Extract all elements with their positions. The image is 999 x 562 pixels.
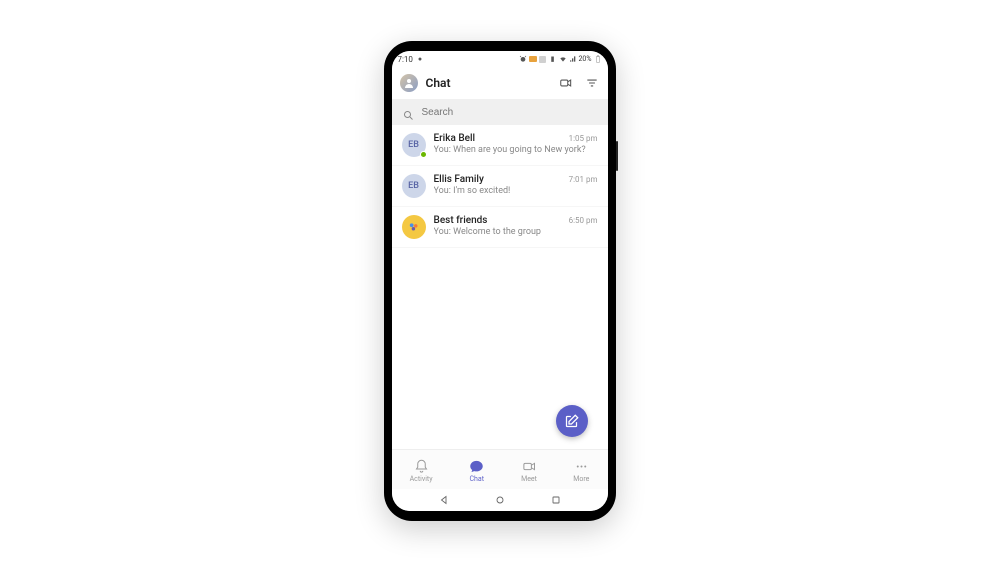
search-input[interactable] (422, 107, 598, 118)
card-icon (539, 55, 547, 63)
search-bar[interactable] (392, 99, 608, 125)
new-chat-button[interactable] (556, 405, 588, 437)
group-icon (407, 220, 421, 234)
nav-more[interactable]: More (573, 458, 589, 483)
chat-time: 6:50 pm (569, 216, 598, 225)
compose-icon (564, 414, 579, 429)
nav-meet[interactable]: Meet (521, 458, 537, 483)
system-recents-button[interactable] (544, 493, 568, 507)
battery-percentage: 20% (579, 55, 592, 63)
chat-icon (469, 458, 485, 474)
nav-activity[interactable]: Activity (410, 458, 433, 483)
status-time: 7:10 (398, 55, 413, 64)
chat-name: Best friends (434, 215, 488, 226)
chat-name: Erika Bell (434, 133, 476, 144)
chat-item-erika-bell[interactable]: EB Erika Bell 1:05 pm You: When are you … (392, 125, 608, 166)
home-circle-icon (494, 494, 506, 506)
nav-label: Chat (470, 475, 485, 483)
chat-preview: You: When are you going to New york? (434, 145, 598, 155)
battery-status-icon: ▮ (549, 55, 557, 63)
video-icon (521, 458, 537, 474)
more-icon (573, 458, 589, 474)
search-icon (402, 106, 414, 118)
wifi-icon (559, 55, 567, 63)
bottom-navigation: Activity Chat Meet More (392, 449, 608, 489)
signal-icon (569, 55, 577, 63)
notification-dot-icon: ● (416, 55, 424, 63)
system-home-button[interactable] (488, 493, 512, 507)
chat-preview: You: I'm so excited! (434, 186, 598, 196)
user-avatar[interactable] (400, 74, 418, 92)
system-navigation (392, 489, 608, 511)
chat-avatar: EB (402, 133, 426, 157)
video-call-button[interactable] (558, 75, 574, 91)
page-title: Chat (426, 76, 550, 90)
chat-item-ellis-family[interactable]: EB Ellis Family 7:01 pm You: I'm so exci… (392, 166, 608, 207)
back-triangle-icon (438, 494, 450, 506)
avatar-initials: EB (408, 181, 419, 191)
phone-screen: 7:10 ● ▮ 20% (392, 51, 608, 511)
chat-name: Ellis Family (434, 174, 484, 185)
status-bar: 7:10 ● ▮ 20% (392, 51, 608, 67)
alarm-icon (519, 55, 527, 63)
app-header: Chat (392, 67, 608, 99)
presence-available-icon (420, 151, 427, 158)
envelope-icon (529, 55, 537, 63)
nav-label: Activity (410, 475, 433, 483)
chat-time: 1:05 pm (569, 134, 598, 143)
nav-chat[interactable]: Chat (469, 458, 485, 483)
avatar-initials: EB (408, 140, 419, 150)
nav-label: More (573, 475, 589, 483)
chat-avatar: EB (402, 174, 426, 198)
bell-icon (413, 458, 429, 474)
recents-square-icon (550, 494, 562, 506)
phone-frame: 7:10 ● ▮ 20% (384, 41, 616, 521)
filter-button[interactable] (584, 75, 600, 91)
chat-item-best-friends[interactable]: Best friends 6:50 pm You: Welcome to the… (392, 207, 608, 248)
chat-avatar-group (402, 215, 426, 239)
chat-preview: You: Welcome to the group (434, 227, 598, 237)
battery-icon (594, 55, 602, 63)
system-back-button[interactable] (432, 493, 456, 507)
chat-time: 7:01 pm (569, 175, 598, 184)
chat-list[interactable]: EB Erika Bell 1:05 pm You: When are you … (392, 125, 608, 449)
nav-label: Meet (521, 475, 537, 483)
